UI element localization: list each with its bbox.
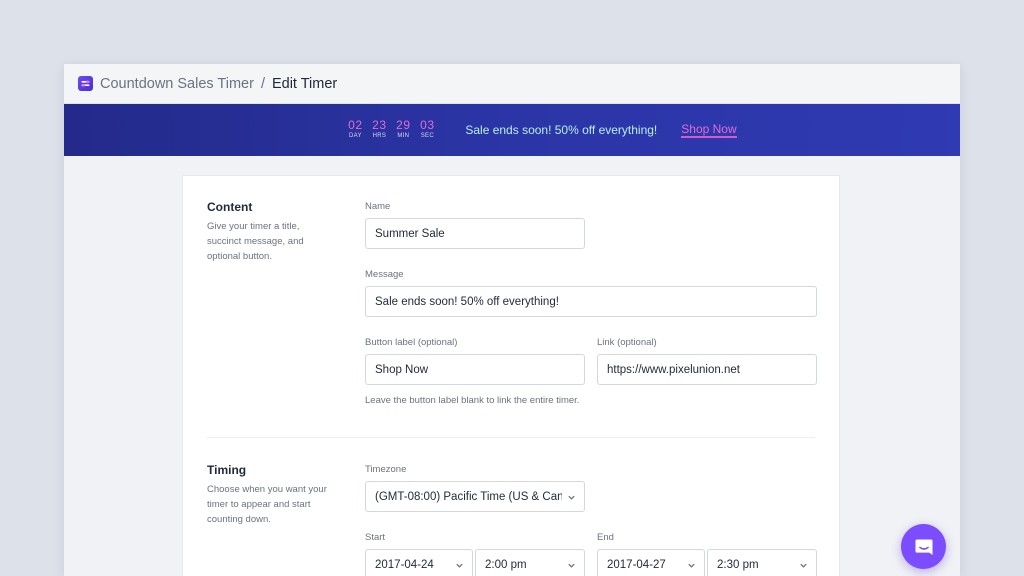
- end-label: End: [597, 532, 614, 543]
- top-bar: Countdown Sales Timer / Edit Timer: [64, 64, 960, 104]
- content-section: Content Give your timer a title, succinc…: [183, 176, 839, 436]
- end-date-value: 2017-04-27: [607, 558, 666, 571]
- button-label-help: Leave the button label blank to link the…: [365, 395, 580, 406]
- app-window: Countdown Sales Timer / Edit Timer 02 DA…: [64, 64, 960, 576]
- countdown-timer: 02 DAY 23 HRS 29 MIN 03 SEC: [347, 119, 435, 141]
- content-section-description: Give your timer a title, succinct messag…: [207, 221, 304, 262]
- countdown-value: 02: [348, 118, 363, 132]
- timezone-value: (GMT-08:00) Pacific Time (US & Canada): [375, 490, 562, 503]
- countdown-unit-min: 29 MIN: [395, 119, 411, 141]
- end-time-value: 2:30 pm: [717, 558, 759, 571]
- countdown-value: 03: [420, 118, 435, 132]
- countdown-value: 23: [372, 118, 387, 132]
- chevron-down-icon: [688, 563, 695, 568]
- timezone-select[interactable]: (GMT-08:00) Pacific Time (US & Canada): [365, 481, 585, 512]
- message-label: Message: [365, 269, 404, 280]
- start-date-value: 2017-04-24: [375, 558, 434, 571]
- chevron-down-icon: [456, 563, 463, 568]
- breadcrumb-app-link[interactable]: Countdown Sales Timer: [100, 76, 254, 92]
- countdown-unit-hrs: 23 HRS: [371, 119, 387, 141]
- countdown-value: 29: [396, 118, 411, 132]
- end-time-select[interactable]: 2:30 pm: [707, 549, 817, 576]
- timing-section: Timing Choose when you want your timer t…: [183, 438, 839, 576]
- start-label: Start: [365, 532, 386, 543]
- name-label: Name: [365, 201, 391, 212]
- timer-settings-card: Content Give your timer a title, succinc…: [182, 175, 840, 576]
- timer-preview-banner: 02 DAY 23 HRS 29 MIN 03 SEC Sale ends so…: [64, 104, 960, 156]
- link-label: Link (optional): [597, 337, 657, 348]
- app-logo-icon: [78, 76, 93, 91]
- countdown-label: HRS: [372, 133, 387, 139]
- countdown-unit-sec: 03 SEC: [419, 119, 435, 141]
- name-input[interactable]: Summer Sale: [365, 218, 585, 249]
- start-time-value: 2:00 pm: [485, 558, 527, 571]
- content-section-title: Content: [207, 200, 253, 214]
- button-label-input[interactable]: Shop Now: [365, 354, 585, 385]
- countdown-label: DAY: [348, 133, 362, 139]
- start-date-select[interactable]: 2017-04-24: [365, 549, 473, 576]
- countdown-label: MIN: [397, 133, 410, 139]
- timing-section-title: Timing: [207, 463, 247, 477]
- shop-now-button[interactable]: Shop Now: [681, 122, 737, 138]
- end-date-select[interactable]: 2017-04-27: [597, 549, 705, 576]
- breadcrumb-separator: /: [260, 75, 265, 92]
- chat-button[interactable]: [901, 524, 946, 569]
- chat-icon: [915, 539, 932, 555]
- link-input[interactable]: https://www.pixelunion.net: [597, 354, 817, 385]
- message-input[interactable]: Sale ends soon! 50% off everything!: [365, 286, 817, 317]
- countdown-label: SEC: [420, 133, 434, 139]
- banner-message: Sale ends soon! 50% off everything!: [465, 123, 658, 137]
- chevron-down-icon: [568, 495, 575, 500]
- timezone-label: Timezone: [365, 464, 407, 475]
- start-time-select[interactable]: 2:00 pm: [475, 549, 585, 576]
- chevron-down-icon: [800, 563, 807, 568]
- chevron-down-icon: [568, 563, 575, 568]
- button-label-label: Button label (optional): [365, 337, 458, 348]
- countdown-unit-day: 02 DAY: [347, 119, 363, 141]
- timing-section-description: Choose when you want your timer to appea…: [207, 484, 327, 525]
- page-title: Edit Timer: [271, 75, 338, 92]
